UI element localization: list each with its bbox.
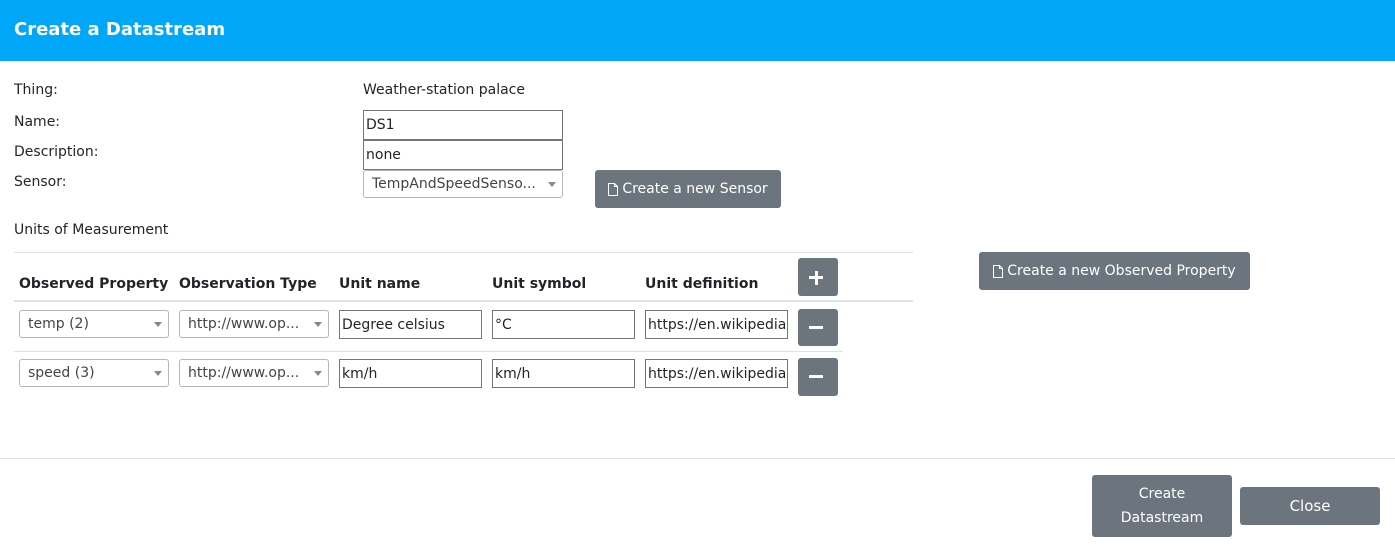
column-header-unit-definition: Unit definition [645,276,759,292]
name-input[interactable] [363,110,563,140]
description-input[interactable] [363,140,563,170]
caret-down-icon [154,322,162,327]
footer-divider [0,458,1395,459]
column-header-unit-symbol: Unit symbol [492,276,587,292]
sensor-select[interactable]: TempAndSpeedSenso... [363,170,563,198]
dialog-title: Create a Datastream [14,19,226,40]
unit-name-input-row1[interactable] [339,310,482,339]
observed-property-select-row2[interactable]: speed (3) [19,359,169,387]
observed-property-value: temp (2) [28,316,89,332]
document-icon [993,264,1004,278]
caret-down-icon [314,371,322,376]
unit-name-input-row2[interactable] [339,359,482,388]
create-sensor-label: Create a new Sensor [622,181,768,197]
close-button[interactable]: Close [1240,487,1380,525]
sensor-select-value: TempAndSpeedSenso... [372,176,536,192]
column-header-unit-name: Unit name [339,276,421,292]
caret-down-icon [548,182,556,187]
observation-type-select-row2[interactable]: http://www.op... [179,359,329,387]
close-label: Close [1289,497,1331,515]
remove-row-button[interactable] [798,309,838,346]
dialog-header: Create a Datastream [0,0,1395,61]
section-divider [14,252,913,253]
caret-down-icon [154,371,162,376]
caret-down-icon [314,322,322,327]
document-icon [608,182,619,196]
thing-label: Thing: [14,82,58,98]
table-header-divider [14,300,913,302]
observation-type-value: http://www.op... [188,365,300,381]
column-header-observed-property: Observed Property [19,276,169,292]
observed-property-select-row1[interactable]: temp (2) [19,310,169,338]
create-observed-property-label: Create a new Observed Property [1007,263,1236,279]
observed-property-value: speed (3) [28,365,95,381]
sensor-label: Sensor: [14,174,67,190]
column-header-observation-type: Observation Type [179,276,317,292]
create-observed-property-button[interactable]: Create a new Observed Property [979,252,1250,290]
create-datastream-label-line1: Create [1138,486,1186,502]
unit-definition-input-row2[interactable] [645,359,788,388]
observation-type-value: http://www.op... [188,316,300,332]
create-datastream-label-line2: Datastream [1120,510,1204,526]
unit-definition-input-row1[interactable] [645,310,788,339]
minus-icon [809,375,823,378]
create-sensor-button[interactable]: Create a new Sensor [595,170,781,208]
add-row-button[interactable] [798,258,838,296]
remove-row-button[interactable] [798,358,838,396]
unit-symbol-input-row2[interactable] [492,359,635,388]
units-section-label: Units of Measurement [14,222,169,238]
unit-symbol-input-row1[interactable] [492,310,635,339]
row-divider [14,351,843,352]
observation-type-select-row1[interactable]: http://www.op... [179,310,329,338]
thing-value: Weather-station palace [363,82,525,98]
name-label: Name: [14,114,61,130]
minus-icon [809,326,823,329]
description-label: Description: [14,144,99,160]
create-datastream-button[interactable]: Create Datastream [1092,475,1232,537]
